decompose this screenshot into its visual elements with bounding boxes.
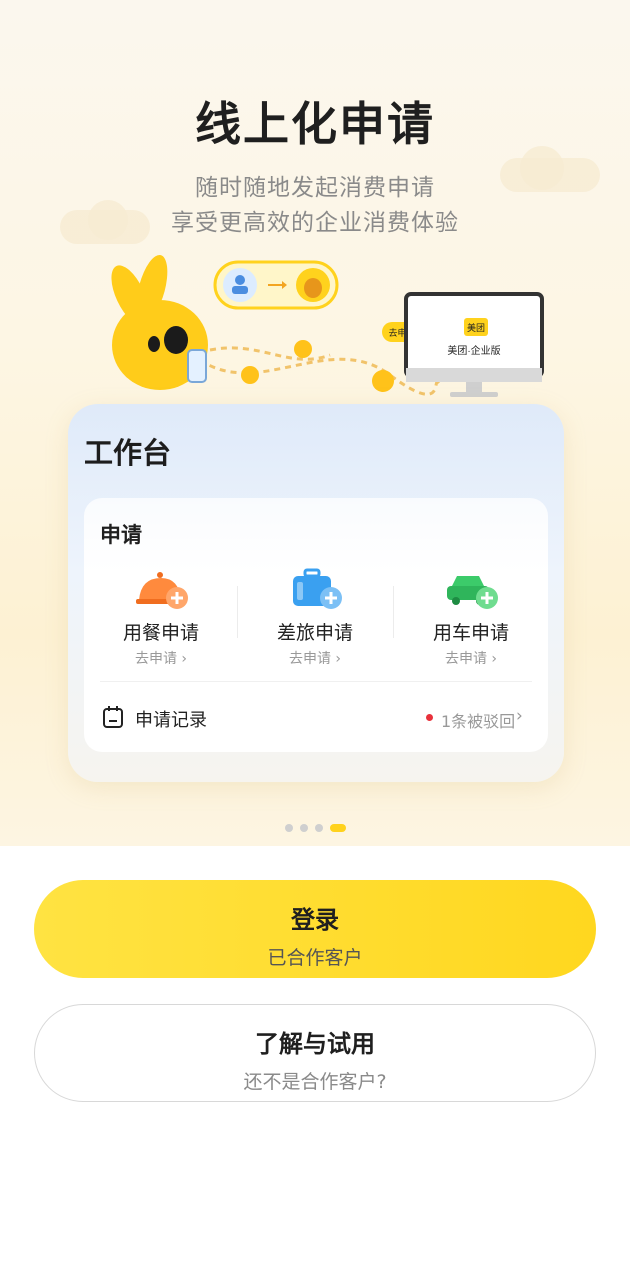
travel-apply-link[interactable]: 去申请 › [240, 648, 390, 668]
calendar-record-icon [103, 706, 123, 728]
item-divider [393, 586, 394, 638]
dining-apply-item[interactable]: 用餐申请 去申请 › [86, 566, 236, 668]
login-button[interactable]: 登录 已合作客户 [34, 880, 596, 978]
hero-subtitle-line1: 随时随地发起消费申请 [195, 175, 435, 201]
dining-apply-label: 用餐申请 [122, 622, 199, 644]
apply-section-title: 申请 [100, 523, 142, 547]
hero-banner: 线上化申请 随时随地发起消费申请 享受更高效的企业消费体验 去申请 美团 美团·… [0, 0, 630, 846]
pagination-dot[interactable] [315, 824, 323, 832]
trial-button-label: 了解与试用 [255, 1030, 375, 1058]
hero-subtitle-line2: 享受更高效的企业消费体验 [171, 210, 459, 236]
pagination-dot[interactable] [285, 824, 293, 832]
pagination-dot[interactable] [300, 824, 308, 832]
hero-title: 线上化申请 [195, 97, 435, 151]
monitor-text: 美团·企业版 [447, 344, 500, 357]
flow-bubble-icon [213, 260, 339, 310]
workspace-title: 工作台 [84, 436, 172, 470]
mascot-icon [111, 254, 208, 390]
hero-illustration: 去申请 美团 美团·企业版 [111, 254, 544, 397]
rejected-status[interactable]: 1条被驳回 [441, 708, 515, 732]
pagination-dot-active[interactable] [330, 824, 346, 832]
car-apply-link[interactable]: 去申请 › [396, 648, 546, 668]
suitcase-icon [293, 568, 342, 609]
dining-apply-link[interactable]: 去申请 › [86, 648, 236, 668]
login-button-sublabel: 已合作客户 [267, 947, 363, 969]
item-divider [237, 586, 238, 638]
car-icon [447, 576, 498, 609]
trial-button-sublabel: 还不是合作客户? [243, 1071, 387, 1093]
map-pin-icon [241, 340, 394, 392]
apply-record-label[interactable]: 申请记录 [135, 706, 207, 732]
chevron-right-icon[interactable]: › [516, 706, 523, 726]
travel-apply-item[interactable]: 差旅申请 去申请 › [240, 566, 390, 668]
car-apply-label: 用车申请 [432, 622, 509, 644]
dining-bell-icon [136, 572, 188, 609]
record-divider [100, 681, 532, 682]
login-button-label: 登录 [291, 906, 339, 934]
trial-button[interactable]: 了解与试用 还不是合作客户? [34, 1004, 596, 1102]
travel-apply-label: 差旅申请 [276, 622, 353, 644]
monitor-icon: 美团 美团·企业版 [404, 292, 544, 397]
car-apply-item[interactable]: 用车申请 去申请 › [396, 566, 546, 668]
rejected-dot [426, 714, 433, 721]
monitor-logo: 美团 [467, 322, 485, 333]
